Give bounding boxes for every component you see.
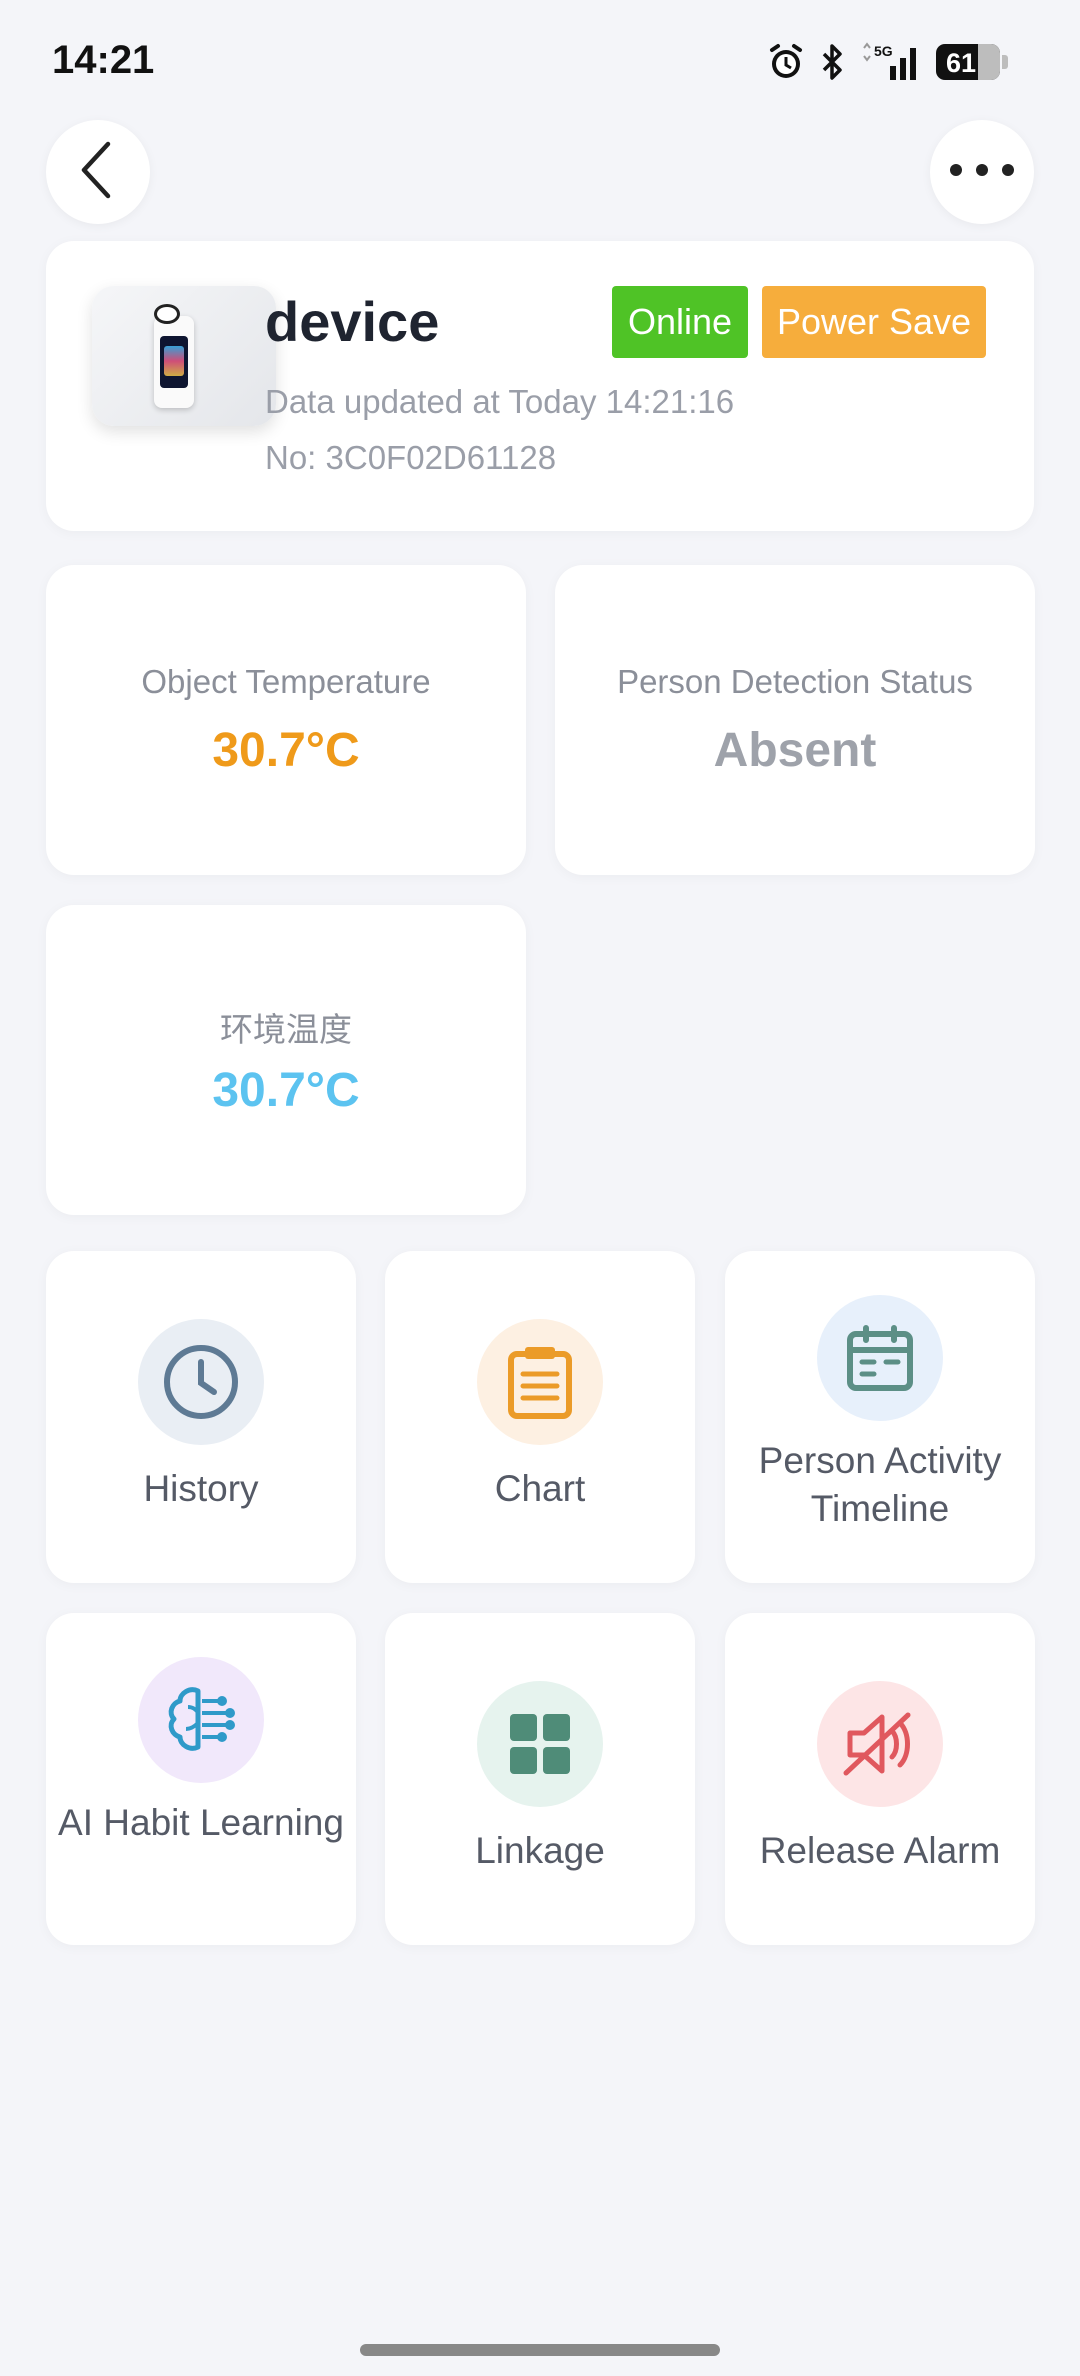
power-save-badge: Power Save	[762, 286, 986, 358]
feature-label: Person Activity Timeline	[758, 1440, 1002, 1529]
more-dots-icon	[949, 163, 1015, 182]
device-info-card: device Online Power Save Data updated at…	[46, 241, 1034, 531]
battery-level: 61	[946, 48, 977, 78]
status-icons: 5G 61	[766, 40, 1008, 84]
more-options-button[interactable]	[930, 120, 1034, 224]
svg-text:5G: 5G	[874, 43, 893, 59]
online-status-badge: Online	[612, 286, 748, 358]
object-temperature-card[interactable]: Object Temperature 30.7°C	[46, 565, 526, 875]
ambient-temperature-card[interactable]: 环境温度 30.7°C	[46, 905, 526, 1215]
battery-cap	[1002, 55, 1008, 69]
device-name: device	[265, 290, 440, 353]
feature-label: Release Alarm	[759, 1830, 1001, 1871]
mute-speaker-icon	[817, 1681, 943, 1807]
person-activity-timeline-button[interactable]: Person Activity Timeline	[725, 1251, 1035, 1583]
battery-icon: 61	[936, 44, 1000, 80]
release-alarm-button[interactable]: Release Alarm	[725, 1613, 1035, 1945]
feature-label: AI Habit Learning	[58, 1802, 344, 1843]
calendar-icon	[817, 1295, 943, 1421]
status-bar: 14:21 5G 61	[0, 0, 1080, 120]
feature-label: Linkage	[475, 1830, 605, 1871]
metric-label: 环境温度	[220, 1011, 352, 1048]
device-thumbnail	[92, 286, 276, 426]
chart-button[interactable]: Chart	[385, 1251, 695, 1583]
clipboard-list-icon	[477, 1319, 603, 1445]
ai-habit-learning-button[interactable]: AI Habit Learning	[46, 1613, 356, 1945]
grid-icon	[477, 1681, 603, 1807]
feature-label: History	[143, 1468, 259, 1509]
alarm-clock-icon	[766, 42, 806, 82]
home-indicator[interactable]	[360, 2344, 720, 2356]
metric-label: Object Temperature	[141, 663, 431, 700]
device-image	[154, 316, 194, 408]
metric-value: Absent	[713, 724, 877, 777]
metric-value: 30.7°C	[212, 1064, 360, 1117]
status-time: 14:21	[52, 38, 155, 82]
person-detection-card[interactable]: Person Detection Status Absent	[555, 565, 1035, 875]
signal-5g-icon: 5G	[860, 42, 922, 82]
metric-label: Person Detection Status	[617, 663, 973, 700]
brain-circuit-icon	[138, 1657, 264, 1783]
bluetooth-icon	[820, 42, 846, 82]
linkage-button[interactable]: Linkage	[385, 1613, 695, 1945]
device-number: No: 3C0F02D61128	[265, 439, 557, 476]
feature-label: Chart	[494, 1468, 586, 1509]
clock-icon	[138, 1319, 264, 1445]
back-button[interactable]	[46, 120, 150, 224]
chevron-left-icon	[78, 140, 118, 205]
metric-value: 30.7°C	[212, 724, 360, 777]
data-updated-text: Data updated at Today 14:21:16	[265, 383, 735, 420]
history-button[interactable]: History	[46, 1251, 356, 1583]
panda-logo-icon	[154, 304, 180, 324]
